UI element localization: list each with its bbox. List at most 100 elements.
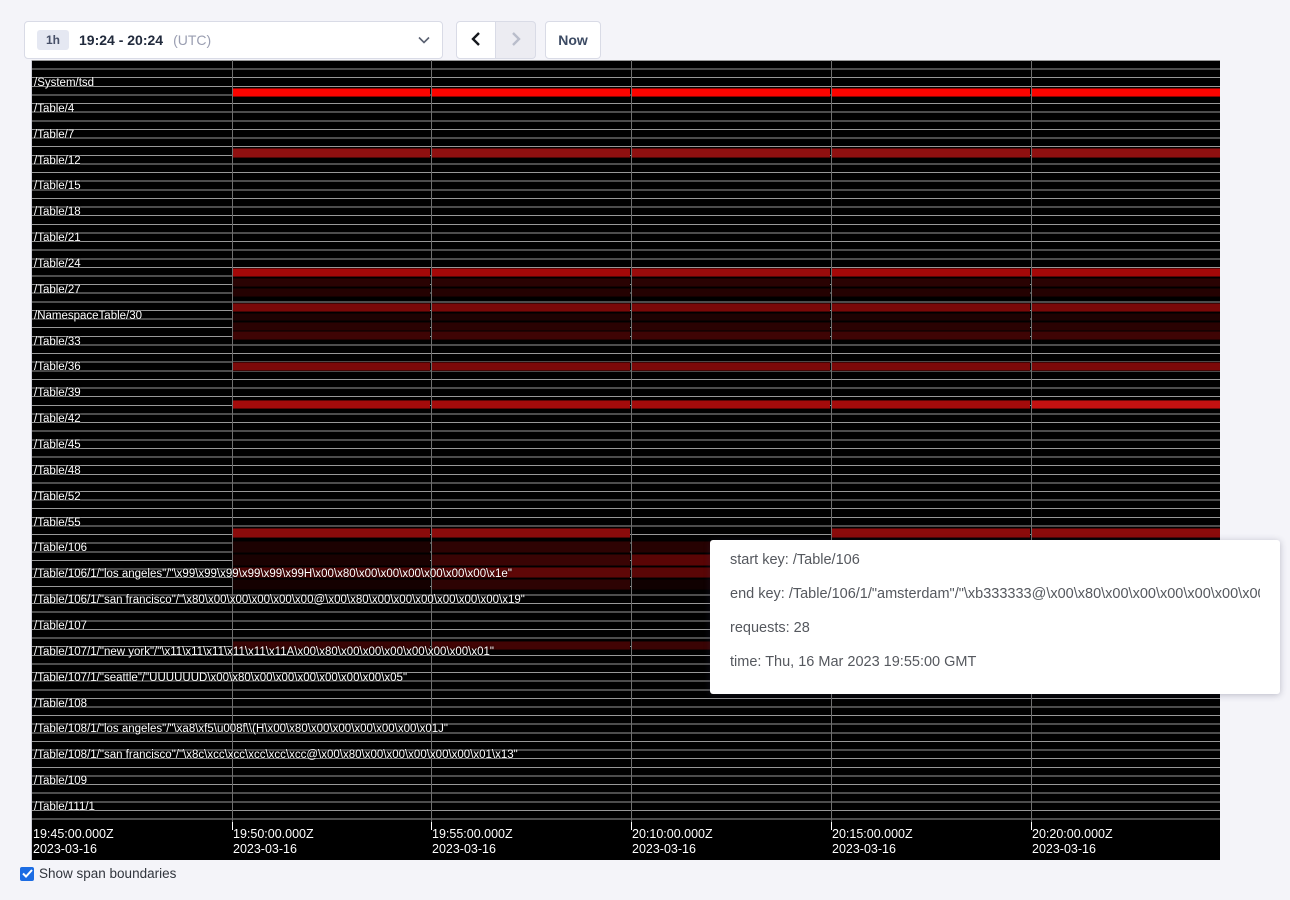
span-band-cell[interactable] [1032,528,1220,538]
span-band-cell[interactable] [432,278,630,287]
span-band-cell[interactable] [832,278,1030,287]
span-band-cell[interactable] [832,148,1030,158]
row-label: /Table/18 [34,205,81,219]
span-band-cell[interactable] [832,88,1030,98]
row-label: /NamespaceTable/30 [34,309,142,323]
span-band-cell[interactable] [632,88,830,98]
span-band-cell[interactable] [1032,313,1220,321]
row-label: /Table/45 [34,438,81,452]
span-band-cell[interactable] [432,148,630,158]
span-band-cell[interactable] [1032,278,1220,287]
row-label: /Table/55 [34,516,81,530]
span-band-cell[interactable] [1032,331,1220,340]
span-band-cell[interactable] [432,313,630,321]
span-band-cell[interactable] [432,322,630,331]
span-band-cell[interactable] [233,554,430,566]
tooltip-end-key: end key: /Table/106/1/"amsterdam"/"\xb33… [730,587,1260,602]
span-band-cell[interactable] [832,331,1030,340]
span-band-cell[interactable] [1032,362,1220,371]
span-band-cell[interactable] [233,541,430,553]
span-band-cell[interactable] [632,303,830,313]
keyvis-canvas[interactable]: /System/tsd/Table/4/Table/7/Table/12/Tab… [31,60,1220,860]
span-band-cell[interactable] [1032,322,1220,331]
span-band-cell[interactable] [432,88,630,98]
span-band-cell[interactable] [832,322,1030,331]
time-range-timezone: (UTC) [173,32,211,48]
tooltip-time: time: Thu, 16 Mar 2023 19:55:00 GMT [730,655,1260,670]
show-span-boundaries-checkbox[interactable] [20,867,34,881]
span-band-cell[interactable] [632,278,830,287]
span-band-cell[interactable] [233,313,430,321]
span-band-cell[interactable] [832,288,1030,297]
span-band-cell[interactable] [832,400,1030,410]
span-band-cell[interactable] [233,148,430,158]
keyvis-rows[interactable]: /System/tsd/Table/4/Table/7/Table/12/Tab… [32,60,1220,822]
time-range-selector[interactable]: 1h 19:24 - 20:24 (UTC) [24,21,443,59]
span-band-cell[interactable] [233,322,430,331]
span-band-cell[interactable] [432,331,630,340]
tooltip-requests: requests: 28 [730,621,1260,636]
span-band-cell[interactable] [233,400,430,410]
span-band-cell[interactable] [233,268,430,278]
span-band-cell[interactable] [1032,268,1220,278]
span-band-cell[interactable] [832,268,1030,278]
span-band-cell[interactable] [233,88,430,98]
span-band-cell[interactable] [632,400,830,410]
footer-controls: Show span boundaries [20,866,176,881]
row-label: /Table/106 [34,541,87,555]
row-label: /Table/107/1/"new york"/"\x11\x11\x11\x1… [34,645,494,659]
row-label: /Table/36 [34,360,81,374]
span-band-cell[interactable] [233,278,430,287]
next-interval-button[interactable] [496,21,536,59]
span-band-cell[interactable] [432,303,630,313]
span-band-cell[interactable] [1032,288,1220,297]
span-band-cell[interactable] [432,541,630,553]
row-label: /Table/39 [34,386,81,400]
row-label: /Table/52 [34,490,81,504]
row-label: /Table/108 [34,697,87,711]
show-span-boundaries-label: Show span boundaries [39,866,176,881]
row-label: /Table/7 [34,128,74,142]
span-band-cell[interactable] [233,288,430,297]
span-band-cell[interactable] [832,362,1030,371]
span-band-cell[interactable] [832,303,1030,313]
span-band-cell[interactable] [233,303,430,313]
row-label: /Table/15 [34,179,81,193]
time-axis-label: 19:50:00.000Z 2023-03-16 [233,827,314,857]
span-band-cell[interactable] [432,528,630,538]
row-label: /Table/4 [34,102,74,116]
span-band-cell[interactable] [632,322,830,331]
span-band-cell[interactable] [632,288,830,297]
span-band-cell[interactable] [432,400,630,410]
time-axis-label: 20:20:00.000Z 2023-03-16 [1032,827,1113,857]
span-band-cell[interactable] [432,288,630,297]
key-visualizer-page: 1h 19:24 - 20:24 (UTC) Now /System/tsd/T… [0,0,1290,900]
time-range-label: 19:24 - 20:24 [79,32,163,48]
span-band-cell[interactable] [832,528,1030,538]
time-gridline [631,60,632,822]
now-button[interactable]: Now [545,21,601,59]
span-band-cell[interactable] [632,313,830,321]
row-label: /Table/107/1/"seattle"/"UUUUUUD\x00\x80\… [34,671,407,685]
row-label: /Table/24 [34,257,81,271]
span-band-cell[interactable] [1032,303,1220,313]
span-band-cell[interactable] [1032,400,1220,410]
span-band-cell[interactable] [632,362,830,371]
span-band-cell[interactable] [432,268,630,278]
span-band-cell[interactable] [832,313,1030,321]
span-band-cell[interactable] [1032,148,1220,158]
span-band-cell[interactable] [233,528,430,538]
previous-interval-button[interactable] [456,21,496,59]
span-band-cell[interactable] [233,331,430,340]
time-axis-label: 19:55:00.000Z 2023-03-16 [432,827,513,857]
span-band-cell[interactable] [1032,88,1220,98]
span-band-cell[interactable] [632,331,830,340]
span-band-cell[interactable] [632,148,830,158]
span-band-cell[interactable] [432,554,630,566]
row-label: /Table/33 [34,335,81,349]
span-band-cell[interactable] [233,362,430,371]
time-range-badge: 1h [37,30,69,50]
span-band-cell[interactable] [432,362,630,371]
time-nav-group [456,21,536,59]
span-band-cell[interactable] [632,268,830,278]
